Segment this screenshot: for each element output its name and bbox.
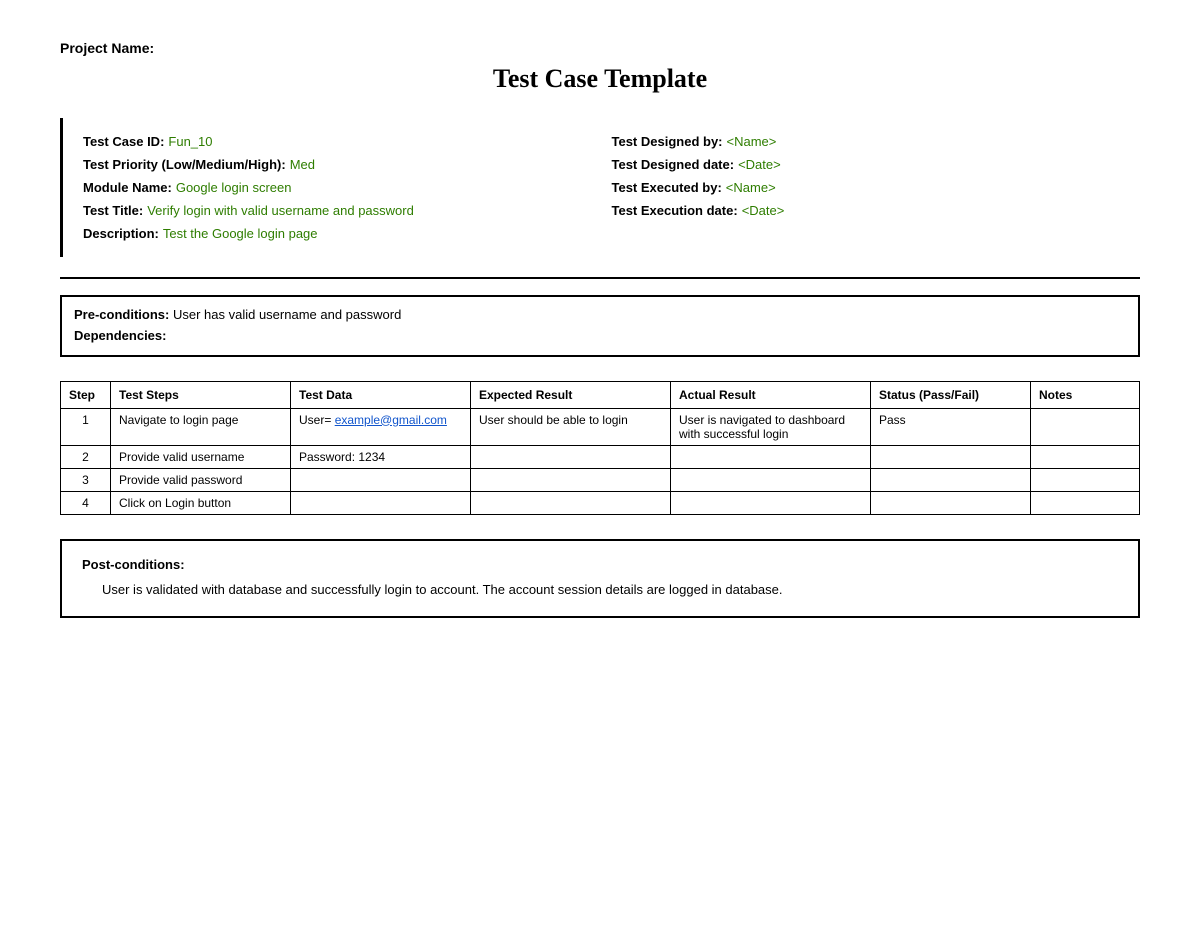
step-2-actual-result [671,445,871,468]
test-steps-table: Step Test Steps Test Data Expected Resul… [60,381,1140,515]
test-title-row: Test Title: Verify login with valid user… [83,203,592,218]
dependencies-label: Dependencies: [74,328,166,343]
step-1-email-link[interactable]: example@gmail.com [335,413,447,427]
table-row: 2 Provide valid username Password: 1234 [61,445,1140,468]
col-notes: Notes [1031,381,1140,408]
test-priority-row: Test Priority (Low/Medium/High): Med [83,157,592,172]
post-conditions-value: User is validated with database and succ… [82,580,1118,601]
step-4-test-data [291,491,471,514]
test-execution-date-value: <Date> [742,203,785,218]
col-step: Step [61,381,111,408]
module-name-value: Google login screen [176,180,292,195]
test-execution-date-label: Test Execution date: [612,203,738,218]
step-1-test-steps: Navigate to login page [111,408,291,445]
test-designed-date-value: <Date> [738,157,781,172]
preconditions-row: Pre-conditions: User has valid username … [74,305,1126,326]
step-4-status [871,491,1031,514]
step-1-expected-result: User should be able to login [471,408,671,445]
test-executed-by-label: Test Executed by: [612,180,722,195]
test-execution-date-row: Test Execution date: <Date> [612,203,1121,218]
description-row: Description: Test the Google login page [83,226,592,241]
step-1-notes [1031,408,1140,445]
table-row: 3 Provide valid password [61,468,1140,491]
col-status: Status (Pass/Fail) [871,381,1031,408]
preconditions-section: Pre-conditions: User has valid username … [60,295,1140,357]
step-4-num: 4 [61,491,111,514]
col-test-steps: Test Steps [111,381,291,408]
col-expected-result: Expected Result [471,381,671,408]
project-name-label: Project Name: [60,40,1140,56]
module-name-label: Module Name: [83,180,172,195]
table-row: 4 Click on Login button [61,491,1140,514]
test-title-label: Test Title: [83,203,143,218]
test-designed-by-value: <Name> [727,134,777,149]
step-2-num: 2 [61,445,111,468]
step-1-num: 1 [61,408,111,445]
test-executed-by-value: <Name> [726,180,776,195]
info-right-col: Test Designed by: <Name> Test Designed d… [612,134,1121,241]
test-case-id-label: Test Case ID: [83,134,164,149]
step-4-test-steps: Click on Login button [111,491,291,514]
col-test-data: Test Data [291,381,471,408]
preconditions-label: Pre-conditions: [74,307,169,322]
table-header-row: Step Test Steps Test Data Expected Resul… [61,381,1140,408]
page-title: Test Case Template [60,64,1140,94]
step-3-status [871,468,1031,491]
step-2-expected-result [471,445,671,468]
step-2-notes [1031,445,1140,468]
step-3-test-steps: Provide valid password [111,468,291,491]
table-row: 1 Navigate to login page User= example@g… [61,408,1140,445]
post-conditions-label: Post-conditions: [82,557,1118,572]
step-3-test-data [291,468,471,491]
test-priority-label: Test Priority (Low/Medium/High): [83,157,286,172]
step-1-test-data-text: User= [299,413,335,427]
info-grid: Test Case ID: Fun_10 Test Priority (Low/… [83,134,1120,241]
divider-1 [60,277,1140,279]
step-1-actual-result: User is navigated to dashboard with succ… [671,408,871,445]
test-designed-by-row: Test Designed by: <Name> [612,134,1121,149]
step-2-status [871,445,1031,468]
test-case-id-row: Test Case ID: Fun_10 [83,134,592,149]
description-label: Description: [83,226,159,241]
dependencies-row: Dependencies: [74,326,1126,347]
description-value: Test the Google login page [163,226,318,241]
preconditions-value: User has valid username and password [173,307,401,322]
step-2-test-data: Password: 1234 [291,445,471,468]
step-4-notes [1031,491,1140,514]
test-title-value: Verify login with valid username and pas… [147,203,414,218]
test-case-id-value: Fun_10 [168,134,212,149]
info-section: Test Case ID: Fun_10 Test Priority (Low/… [60,118,1140,257]
step-1-test-data: User= example@gmail.com [291,408,471,445]
step-2-test-steps: Provide valid username [111,445,291,468]
info-left-col: Test Case ID: Fun_10 Test Priority (Low/… [83,134,592,241]
test-designed-date-label: Test Designed date: [612,157,735,172]
test-designed-date-row: Test Designed date: <Date> [612,157,1121,172]
post-conditions-section: Post-conditions: User is validated with … [60,539,1140,619]
step-1-status: Pass [871,408,1031,445]
step-3-num: 3 [61,468,111,491]
step-4-actual-result [671,491,871,514]
step-3-notes [1031,468,1140,491]
test-priority-value: Med [290,157,315,172]
test-designed-by-label: Test Designed by: [612,134,723,149]
module-name-row: Module Name: Google login screen [83,180,592,195]
step-3-actual-result [671,468,871,491]
col-actual-result: Actual Result [671,381,871,408]
step-4-expected-result [471,491,671,514]
test-executed-by-row: Test Executed by: <Name> [612,180,1121,195]
step-3-expected-result [471,468,671,491]
